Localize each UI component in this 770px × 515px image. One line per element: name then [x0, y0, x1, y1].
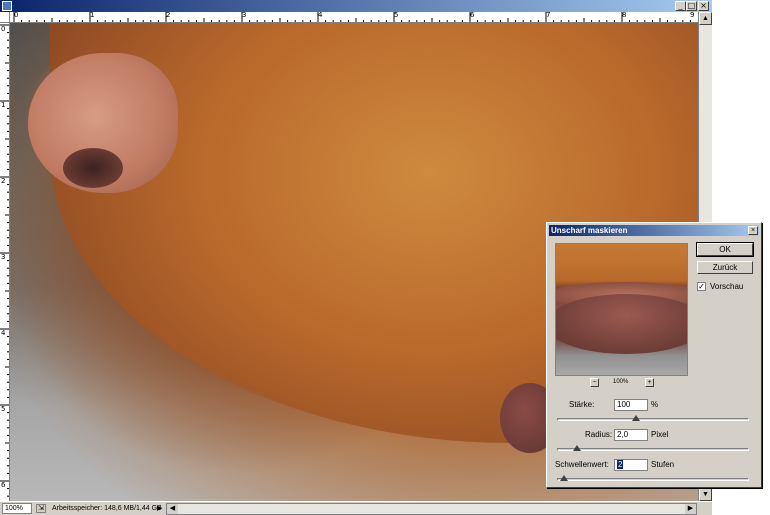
scroll-down-button[interactable]: ▼ — [699, 488, 712, 501]
photoshop-app-icon[interactable] — [2, 1, 12, 11]
title-bar[interactable]: _ □ × — [0, 0, 712, 12]
close-button[interactable]: × — [698, 1, 709, 11]
ruler-label-v5: 5 — [1, 405, 6, 413]
dialog-title-bar[interactable]: Unscharf maskieren × — [549, 225, 759, 236]
status-bar: 100% ⇲ Arbeitsspeicher: 148,6 MB/1,44 GB… — [0, 501, 712, 515]
preview-checkbox[interactable]: ✓ — [697, 282, 706, 291]
reset-button[interactable]: Zurück — [697, 261, 753, 274]
scroll-right-button[interactable]: ▶ — [685, 504, 696, 514]
threshold-slider-thumb[interactable] — [560, 475, 568, 481]
vertical-ruler-ticks — [0, 24, 9, 497]
zoom-in-button[interactable]: + — [645, 378, 654, 387]
ruler-label-h6: 6 — [470, 12, 475, 19]
minimize-button[interactable]: _ — [675, 1, 686, 11]
maximize-button[interactable]: □ — [686, 1, 697, 11]
zoom-level-field[interactable]: 100% — [2, 503, 32, 514]
status-menu-arrow-icon[interactable]: ▶ — [157, 504, 162, 513]
ruler-label-v6: 6 — [1, 481, 6, 489]
radius-slider[interactable] — [557, 445, 749, 451]
ruler-label-v1: 1 — [1, 101, 6, 109]
preview-zoom-label: 100% — [613, 379, 629, 385]
ruler-label-h1: 1 — [90, 12, 95, 19]
ruler-label-v4: 4 — [1, 329, 6, 337]
threshold-label: Schwellenwert: — [555, 460, 609, 469]
scroll-left-button[interactable]: ◀ — [167, 504, 178, 514]
horizontal-ruler-ticks — [13, 12, 691, 22]
preview-zoom-control: − 100% + — [590, 378, 654, 388]
vertical-ruler[interactable]: 0 1 2 3 4 5 6 — [0, 23, 10, 501]
dog-nostril — [63, 148, 123, 188]
amount-slider[interactable] — [557, 415, 749, 421]
dialog-close-button[interactable]: × — [748, 226, 758, 235]
ruler-label-h3: 3 — [242, 12, 247, 19]
threshold-value-selected: 2 — [617, 460, 624, 469]
amount-input[interactable]: 100 — [614, 399, 648, 411]
zoom-out-button[interactable]: − — [590, 378, 599, 387]
preview-lip-lower — [556, 294, 687, 354]
horizontal-scrollbar[interactable]: ◀ ▶ — [166, 503, 697, 515]
ruler-label-h0: 0 — [14, 12, 19, 19]
document-info-icon[interactable]: ⇲ — [36, 504, 46, 513]
preview-checkbox-label: Vorschau — [710, 282, 744, 291]
ruler-label-h5: 5 — [394, 12, 399, 19]
threshold-slider[interactable] — [557, 475, 749, 481]
scroll-up-button[interactable]: ▲ — [699, 12, 712, 25]
radius-label: Radius: — [585, 430, 613, 439]
ok-button[interactable]: OK — [696, 242, 754, 257]
unsharp-mask-dialog: Unscharf maskieren × − 100% + OK Zurück … — [546, 222, 762, 488]
amount-unit: % — [651, 400, 659, 409]
memory-status: Arbeitsspeicher: 148,6 MB/1,44 GB — [52, 505, 162, 512]
ruler-label-h7: 7 — [546, 12, 551, 19]
amount-label: Stärke: — [569, 400, 595, 409]
horizontal-ruler[interactable]: 0 1 2 3 4 5 6 7 8 9 — [10, 12, 698, 23]
amount-slider-thumb[interactable] — [632, 415, 640, 421]
ruler-label-h2: 2 — [166, 12, 171, 19]
threshold-unit: Stufen — [651, 460, 675, 469]
ruler-origin[interactable] — [0, 12, 10, 23]
dog-nose — [28, 53, 178, 193]
dialog-title: Unscharf maskieren — [551, 226, 628, 235]
threshold-input[interactable]: 2 — [614, 459, 648, 471]
ruler-label-h8: 8 — [622, 12, 627, 19]
radius-slider-thumb[interactable] — [573, 445, 581, 451]
radius-unit: Pixel — [651, 430, 669, 439]
radius-input[interactable]: 2,0 — [614, 429, 648, 441]
ruler-label-h9: 9 — [690, 12, 695, 19]
ruler-label-v3: 3 — [1, 253, 6, 261]
ruler-label-v2: 2 — [1, 177, 6, 185]
ruler-label-h4: 4 — [318, 12, 323, 19]
filter-preview[interactable] — [555, 243, 688, 376]
ruler-label-v0: 0 — [1, 25, 6, 33]
